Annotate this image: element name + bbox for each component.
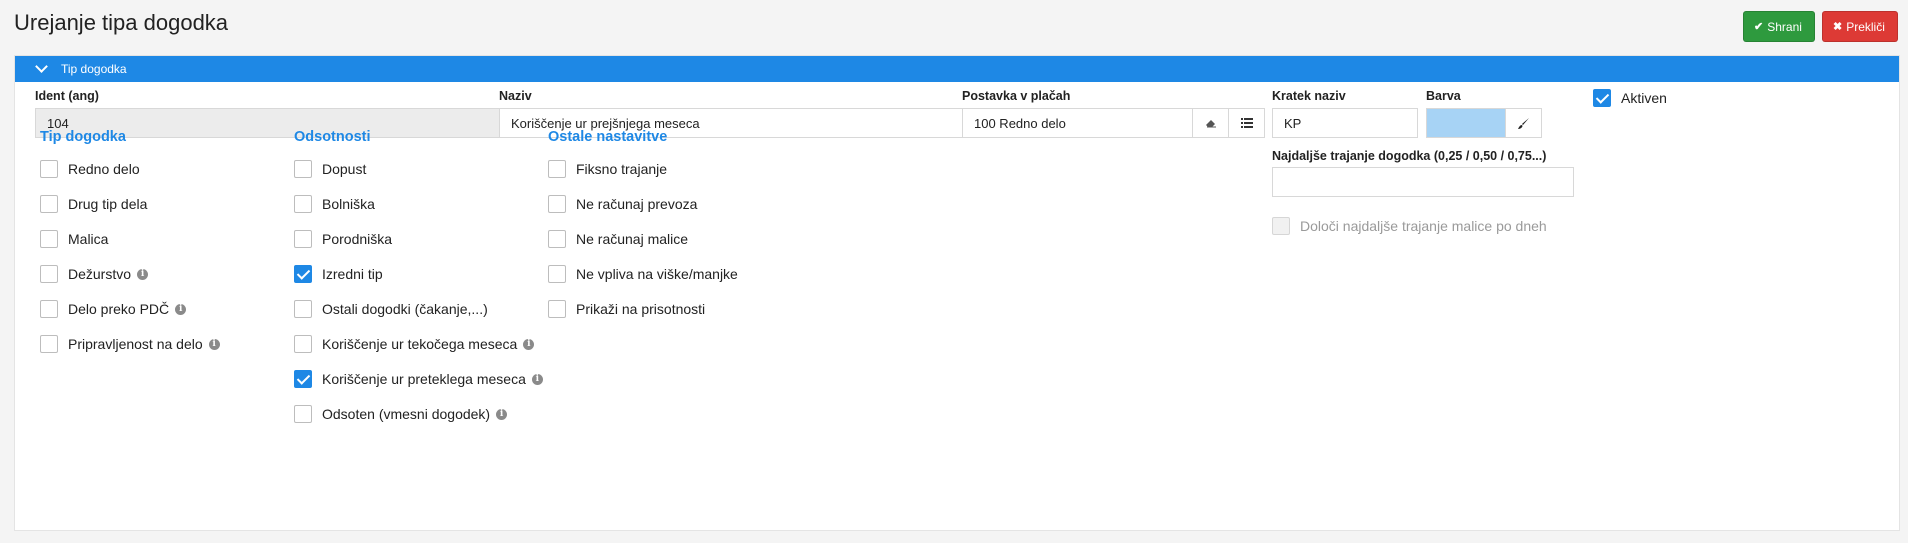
- kratek-naziv-field[interactable]: KP: [1272, 108, 1418, 138]
- info-icon[interactable]: i: [531, 373, 543, 385]
- eraser-icon: [1205, 120, 1216, 128]
- barva-label: Barva: [1426, 89, 1461, 103]
- checkbox-odsoten-vmesni-dogodek[interactable]: Odsoten (vmesni dogodek) i: [294, 405, 508, 423]
- checkbox-dezurstvo[interactable]: Dežurstvo i: [40, 265, 149, 283]
- checkbox-porodniska[interactable]: Porodniška: [294, 230, 392, 248]
- check-box[interactable]: [40, 335, 58, 353]
- check-box[interactable]: [294, 335, 312, 353]
- aktiven-label: Aktiven: [1621, 90, 1667, 106]
- najdaljse-trajanje-label: Najdaljše trajanje dogodka (0,25 / 0,50 …: [1272, 149, 1547, 163]
- page-title: Urejanje tipa dogodka: [14, 10, 229, 35]
- chevron-down-icon: [35, 60, 48, 73]
- aktiven-checkbox[interactable]: Aktiven: [1593, 89, 1667, 107]
- check-box[interactable]: [40, 300, 58, 318]
- check-box[interactable]: [40, 195, 58, 213]
- ident-label: Ident (ang): [35, 89, 99, 103]
- checkbox-izredni-tip[interactable]: Izredni tip: [294, 265, 383, 283]
- color-swatch[interactable]: [1426, 108, 1506, 138]
- checkbox-malica[interactable]: Malica: [40, 230, 108, 248]
- check-box[interactable]: [40, 265, 58, 283]
- checkbox-koriscenje-ur-tekocega-meseca[interactable]: Koriščenje ur tekočega meseca i: [294, 335, 535, 353]
- check-box[interactable]: [294, 195, 312, 213]
- checkbox-redno-delo[interactable]: Redno delo: [40, 160, 140, 178]
- info-icon[interactable]: i: [175, 303, 187, 315]
- checkbox-fiksno-trajanje[interactable]: Fiksno trajanje: [548, 160, 667, 178]
- check-box[interactable]: [294, 300, 312, 318]
- checkbox-label: Odsoten (vmesni dogodek): [322, 406, 491, 422]
- check-icon: ✔: [1754, 21, 1764, 33]
- cancel-label: Prekliči: [1846, 19, 1885, 34]
- event-type-panel: Tip dogodka Ident (ang) 104 Naziv Korišč…: [14, 55, 1900, 531]
- checkbox-ostali-dogodki-cakanje[interactable]: Ostali dogodki (čakanje,...): [294, 300, 488, 318]
- checkbox-label: Dežurstvo: [68, 266, 132, 282]
- check-box[interactable]: [40, 230, 58, 248]
- checkbox-label: Dopust: [322, 161, 367, 177]
- najdaljse-trajanje-field[interactable]: [1272, 167, 1574, 197]
- doloci-malice-check-box[interactable]: [1272, 217, 1290, 235]
- checkbox-label: Koriščenje ur tekočega meseca: [322, 336, 518, 352]
- checkbox-bolniska[interactable]: Bolniška: [294, 195, 375, 213]
- list-select-button[interactable]: [1228, 108, 1265, 138]
- tip-section-title: Tip dogodka: [40, 129, 126, 145]
- paint-brush-icon: [1518, 117, 1529, 129]
- check-box[interactable]: [548, 265, 566, 283]
- checkbox-label: Malica: [68, 231, 109, 247]
- checkbox-ne-racunaj-prevoza[interactable]: Ne računaj prevoza: [548, 195, 697, 213]
- kratek-naziv-label: Kratek naziv: [1272, 89, 1346, 103]
- check-box[interactable]: [294, 405, 312, 423]
- checkbox-ne-vpliva-na-viske-manjke[interactable]: Ne vpliva na viške/manjke: [548, 265, 738, 283]
- checkbox-koriscenje-ur-preteklega-meseca[interactable]: Koriščenje ur preteklega meseca i: [294, 370, 543, 388]
- panel-header-label: Tip dogodka: [61, 62, 127, 76]
- save-label: Shrani: [1767, 19, 1802, 34]
- list-icon: [1240, 118, 1253, 128]
- checkbox-prikazi-na-prisotnosti[interactable]: Prikaži na prisotnosti: [548, 300, 705, 318]
- doloci-malice-label: Določi najdaljše trajanje malice po dneh: [1300, 218, 1547, 234]
- info-icon[interactable]: i: [523, 338, 535, 350]
- checkbox-label: Ne računaj prevoza: [576, 196, 698, 212]
- checkbox-label: Pripravljenost na delo: [68, 336, 203, 352]
- check-box[interactable]: [548, 300, 566, 318]
- postavka-label: Postavka v plačah: [962, 89, 1071, 103]
- checkbox-label: Ne računaj malice: [576, 231, 689, 247]
- check-box[interactable]: [294, 265, 312, 283]
- postavka-field[interactable]: 100 Redno delo: [962, 108, 1193, 138]
- checkbox-label: Ostali dogodki (čakanje,...): [322, 301, 488, 317]
- color-picker-button[interactable]: [1505, 108, 1542, 138]
- check-box[interactable]: [294, 160, 312, 178]
- check-box[interactable]: [548, 195, 566, 213]
- ostale-section-title: Ostale nastavitve: [548, 129, 668, 145]
- save-button[interactable]: ✔ Shrani: [1743, 11, 1815, 42]
- info-icon[interactable]: i: [208, 338, 220, 350]
- info-icon[interactable]: i: [137, 268, 149, 280]
- checkbox-pripravljenost-na-delo[interactable]: Pripravljenost na delo i: [40, 335, 220, 353]
- checkbox-label: Drug tip dela: [68, 196, 148, 212]
- checkbox-label: Izredni tip: [322, 266, 383, 282]
- panel-header-toggle[interactable]: Tip dogodka: [15, 56, 1899, 82]
- checkbox-label: Fiksno trajanje: [576, 161, 668, 177]
- naziv-label: Naziv: [499, 89, 532, 103]
- check-box[interactable]: [294, 370, 312, 388]
- checkbox-label: Koriščenje ur preteklega meseca: [322, 371, 526, 387]
- checkbox-delo-preko-pdc[interactable]: Delo preko PDČ i: [40, 300, 187, 318]
- check-box[interactable]: [548, 230, 566, 248]
- check-box[interactable]: [40, 160, 58, 178]
- checkbox-label: Porodniška: [322, 231, 393, 247]
- cancel-button[interactable]: ✖ Prekliči: [1822, 11, 1898, 42]
- checkbox-label: Delo preko PDČ: [68, 301, 170, 317]
- checkbox-label: Prikaži na prisotnosti: [576, 301, 706, 317]
- doloci-malice-checkbox[interactable]: Določi najdaljše trajanje malice po dneh: [1272, 217, 1547, 235]
- aktiven-check-box[interactable]: [1593, 89, 1611, 107]
- checkbox-label: Ne vpliva na viške/manjke: [576, 266, 738, 282]
- odsotnosti-section-title: Odsotnosti: [294, 129, 371, 145]
- times-icon: ✖: [1833, 21, 1843, 33]
- checkbox-dopust[interactable]: Dopust: [294, 160, 366, 178]
- check-box[interactable]: [548, 160, 566, 178]
- check-box[interactable]: [294, 230, 312, 248]
- checkbox-drug-tip-dela[interactable]: Drug tip dela: [40, 195, 147, 213]
- checkbox-label: Redno delo: [68, 161, 140, 177]
- checkbox-ne-racunaj-malice[interactable]: Ne računaj malice: [548, 230, 688, 248]
- clear-eraser-button[interactable]: [1192, 108, 1229, 138]
- info-icon[interactable]: i: [496, 408, 508, 420]
- checkbox-label: Bolniška: [322, 196, 375, 212]
